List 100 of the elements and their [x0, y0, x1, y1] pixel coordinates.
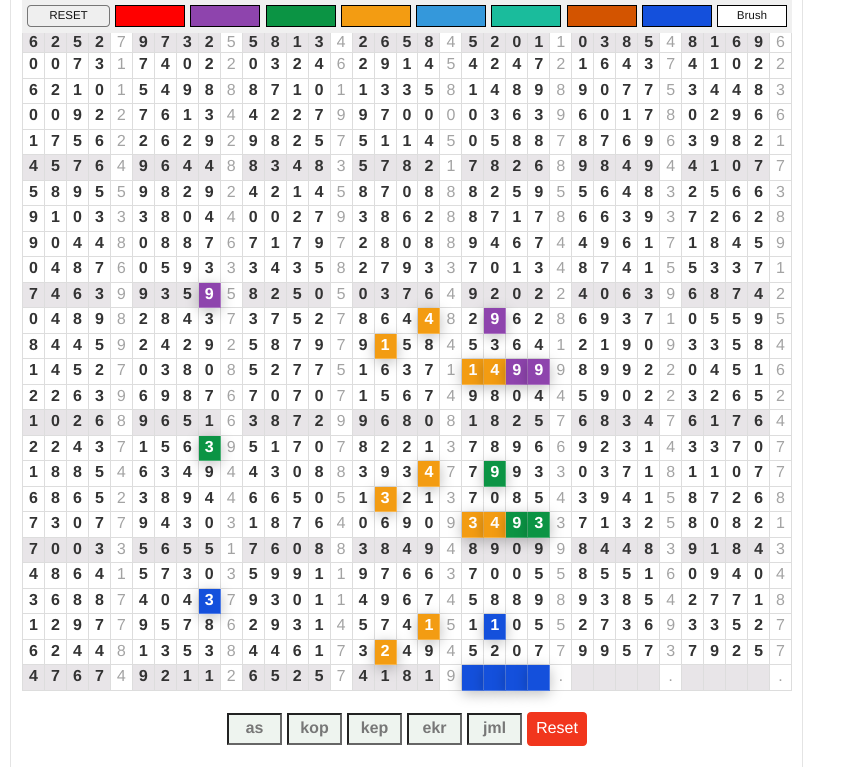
digit-cell[interactable]: 8 — [374, 232, 396, 257]
digit-cell[interactable]: 9 — [748, 33, 770, 53]
digit-cell[interactable]: 3 — [198, 257, 221, 282]
painted-cell[interactable]: 1 — [484, 614, 506, 640]
digit-cell[interactable]: 7 — [726, 282, 748, 308]
digit-cell[interactable]: 5 — [748, 384, 770, 410]
digit-cell[interactable]: 4 — [66, 640, 89, 665]
digit-cell[interactable]: 4 — [748, 282, 770, 308]
digit-cell[interactable]: 9 — [374, 461, 396, 486]
digit-cell[interactable]: 6 — [374, 410, 396, 436]
digit-cell[interactable]: 0 — [44, 104, 67, 130]
digit-cell[interactable]: 6 — [726, 180, 748, 206]
digit-cell[interactable]: 0 — [23, 257, 45, 282]
digit-cell[interactable]: 2 — [638, 359, 660, 384]
digit-cell[interactable]: 8 — [396, 155, 418, 180]
digit-cell[interactable]: 2 — [66, 410, 89, 436]
digit-cell[interactable]: 0 — [396, 104, 418, 130]
digit-cell[interactable]: 7 — [748, 461, 770, 486]
digit-cell[interactable]: 1 — [23, 614, 45, 640]
digit-cell[interactable]: 3 — [88, 538, 111, 563]
digit-cell[interactable]: 9 — [638, 206, 660, 232]
painted-cell[interactable]: 9 — [484, 308, 506, 334]
digit-cell[interactable]: 7 — [44, 130, 67, 155]
digit-cell[interactable]: 4 — [396, 640, 418, 665]
word-button[interactable]: kep — [347, 712, 402, 744]
color-swatch-button[interactable] — [340, 5, 411, 27]
digit-cell[interactable]: 3 — [594, 33, 616, 53]
digit-cell[interactable]: 8 — [704, 232, 726, 257]
digit-cell[interactable]: 0 — [308, 436, 331, 461]
digit-cell[interactable]: 9 — [23, 232, 45, 257]
digit-cell[interactable]: 2 — [528, 282, 550, 308]
digit-cell[interactable]: 2 — [396, 436, 418, 461]
digit-cell[interactable]: 1 — [396, 53, 418, 78]
digit-cell[interactable]: 2 — [748, 130, 770, 155]
digit-cell[interactable]: 2 — [286, 665, 309, 690]
digit-cell[interactable]: 7 — [66, 53, 89, 78]
digit-cell[interactable]: 9 — [594, 308, 616, 334]
digit-cell[interactable]: 6 — [572, 410, 594, 436]
digit-cell[interactable]: 1 — [418, 665, 440, 690]
digit-cell[interactable]: 2 — [132, 308, 155, 334]
digit-cell[interactable]: 5 — [66, 130, 89, 155]
digit-cell[interactable]: 2 — [44, 614, 67, 640]
digit-cell[interactable]: 5 — [748, 640, 770, 665]
digit-cell[interactable]: 7 — [462, 461, 484, 486]
digit-cell[interactable]: 5 — [132, 538, 155, 563]
digit-cell[interactable]: 1 — [23, 359, 45, 384]
digit-cell[interactable]: 5 — [176, 538, 199, 563]
digit-cell[interactable]: 4 — [616, 180, 638, 206]
digit-cell[interactable]: 2 — [132, 130, 155, 155]
digit-cell[interactable]: 6 — [66, 563, 89, 588]
digit-cell[interactable]: 1 — [374, 665, 396, 690]
digit-cell[interactable]: 4 — [616, 538, 638, 563]
digit-cell[interactable]: 3 — [242, 410, 265, 436]
digit-cell[interactable]: 4 — [726, 78, 748, 104]
digit-cell[interactable]: 5 — [154, 257, 177, 282]
digit-cell[interactable]: 5 — [682, 257, 704, 282]
digit-cell[interactable]: 6 — [418, 563, 440, 588]
digit-cell[interactable]: 4 — [44, 308, 67, 334]
digit-cell[interactable]: 3 — [616, 308, 638, 334]
digit-cell[interactable]: 7 — [176, 614, 199, 640]
digit-cell[interactable]: 8 — [484, 410, 506, 436]
digit-cell[interactable]: 4 — [396, 538, 418, 563]
digit-cell[interactable]: 4 — [616, 486, 638, 512]
digit-cell[interactable]: 1 — [176, 104, 199, 130]
digit-cell[interactable]: 7 — [528, 232, 550, 257]
digit-cell[interactable]: 3 — [704, 334, 726, 359]
digit-cell[interactable]: 0 — [682, 104, 704, 130]
digit-cell[interactable]: 9 — [66, 104, 89, 130]
painted-cell[interactable]: 9 — [506, 359, 528, 384]
digit-cell[interactable]: 0 — [748, 563, 770, 588]
digit-cell[interactable]: 9 — [462, 384, 484, 410]
digit-cell[interactable]: 1 — [286, 78, 309, 104]
digit-cell[interactable]: 4 — [242, 104, 265, 130]
digit-cell[interactable]: 6 — [528, 436, 550, 461]
digit-cell[interactable]: 8 — [352, 308, 375, 334]
reset-button[interactable]: Reset — [527, 712, 587, 746]
digit-cell[interactable]: 5 — [66, 359, 89, 384]
digit-cell[interactable]: 8 — [154, 232, 177, 257]
digit-cell[interactable]: 8 — [176, 232, 199, 257]
digit-cell[interactable]: 4 — [572, 282, 594, 308]
digit-cell[interactable]: 0 — [264, 206, 287, 232]
digit-cell[interactable]: 0 — [44, 538, 67, 563]
digit-cell[interactable]: 0 — [506, 640, 528, 665]
digit-cell[interactable]: 6 — [528, 155, 550, 180]
digit-cell[interactable]: 4 — [242, 461, 265, 486]
digit-cell[interactable]: 7 — [638, 104, 660, 130]
digit-cell[interactable]: 7 — [286, 410, 309, 436]
digit-cell[interactable]: 6 — [154, 410, 177, 436]
digit-cell[interactable]: 9 — [528, 180, 550, 206]
digit-cell[interactable]: 2 — [242, 614, 265, 640]
digit-cell[interactable]: 4 — [352, 665, 375, 690]
digit-cell[interactable]: 5 — [462, 334, 484, 359]
digit-cell[interactable]: 4 — [462, 53, 484, 78]
digit-cell[interactable]: 3 — [682, 436, 704, 461]
digit-cell[interactable]: 9 — [352, 104, 375, 130]
digit-cell[interactable]: 3 — [264, 155, 287, 180]
digit-cell[interactable]: 6 — [748, 104, 770, 130]
digit-cell[interactable]: 1 — [462, 78, 484, 104]
digit-cell[interactable]: 9 — [572, 640, 594, 665]
digit-cell[interactable]: 1 — [638, 436, 660, 461]
